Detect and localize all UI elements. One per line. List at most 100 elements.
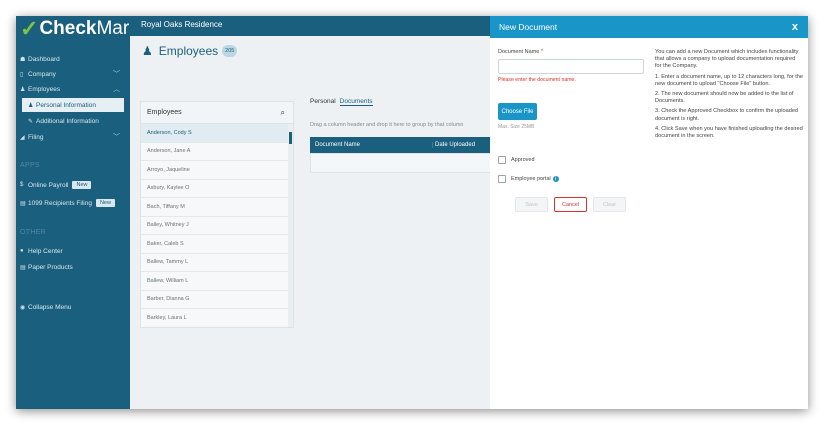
tab-documents[interactable]: Documents bbox=[339, 98, 373, 106]
dollar-icon: $ bbox=[20, 182, 24, 188]
apps-section-header: APPS bbox=[20, 162, 40, 169]
sidebar-item-label: Personal Information bbox=[36, 101, 96, 109]
person-icon: ♟ bbox=[28, 102, 34, 109]
column-document-name[interactable]: Document Name bbox=[310, 142, 432, 148]
employee-row[interactable]: Arroyo, Jaqueline bbox=[141, 161, 293, 180]
documents-grid-body bbox=[310, 153, 510, 173]
sidebar-item-personal-information[interactable]: ♟ Personal Information bbox=[22, 98, 124, 112]
employee-portal-row: Employee portal i bbox=[498, 175, 559, 183]
sidebar-item-1099-filing[interactable]: ▤ 1099 Recipients Filing New bbox=[16, 196, 130, 210]
search-icon[interactable]: ⌕ bbox=[281, 108, 285, 118]
document-name-error: Please enter the document name. bbox=[498, 77, 576, 83]
company-icon: ▯ bbox=[20, 71, 24, 78]
wrench-icon: ✎ bbox=[28, 118, 34, 125]
sidebar-item-additional-information[interactable]: ✎ Additional Information bbox=[16, 114, 130, 128]
clear-button[interactable]: Clear bbox=[593, 197, 626, 212]
approved-row: Approved bbox=[498, 156, 535, 164]
help-paragraph: 3. Check the Approved Checkbox to confir… bbox=[655, 108, 799, 122]
new-document-panel: New Document x Document Name * Please en… bbox=[490, 16, 808, 409]
employee-row[interactable]: Ballew, William L bbox=[141, 272, 293, 291]
app-window: ✓ Check Mark ☗ Dashboard ▯ Company ﹀ ♟ E… bbox=[16, 16, 808, 409]
employee-count-badge: 205 bbox=[222, 45, 238, 57]
sidebar-item-label: Company bbox=[28, 70, 56, 78]
save-button[interactable]: Save bbox=[515, 197, 548, 212]
logo[interactable]: ✓ Check Mark bbox=[20, 16, 139, 41]
document-name-label-text: Document Name bbox=[498, 49, 540, 55]
help-paragraph: 4. Click Save when you have finished upl… bbox=[655, 125, 803, 140]
employee-row[interactable]: Bailey, Whitney J bbox=[141, 217, 293, 235]
employee-list: Employees ⌕ Anderson, Cody S Anderson, Ja… bbox=[140, 101, 294, 328]
approved-label: Approved bbox=[511, 157, 535, 163]
close-icon[interactable]: x bbox=[792, 21, 798, 33]
employees-icon: ♟ bbox=[142, 44, 153, 58]
cancel-button[interactable]: Cancel bbox=[554, 197, 587, 212]
help-paragraph: 1. Enter a document name, up to 12 chara… bbox=[655, 73, 804, 87]
sidebar-item-paper-products[interactable]: ▤ Paper Products bbox=[16, 260, 130, 274]
employee-list-scrollbar[interactable] bbox=[288, 124, 293, 327]
collapse-icon: ◉ bbox=[20, 304, 26, 311]
employee-row[interactable]: Barber, Dianna G bbox=[141, 291, 293, 309]
other-section-header: OTHER bbox=[20, 229, 46, 236]
sidebar-item-label: Employees bbox=[28, 85, 61, 93]
filing-icon: ◢ bbox=[20, 134, 25, 141]
page-title-text: Employees bbox=[158, 44, 219, 58]
panel-header: New Document x bbox=[490, 16, 808, 38]
dashboard-icon: ☗ bbox=[20, 56, 26, 63]
help-paragraph: 2. The new document should now be added … bbox=[655, 91, 794, 105]
new-badge: New bbox=[95, 199, 115, 207]
check-logo-icon: ✓ bbox=[20, 16, 39, 41]
employee-row[interactable]: Bach, Tiffany M bbox=[141, 198, 293, 217]
help-paragraph: You can add a new Document which include… bbox=[655, 49, 799, 70]
employee-rows: Anderson, Cody S Anderson, Jane A Arroyo, … bbox=[141, 124, 293, 327]
sidebar-item-help-center[interactable]: ● Help Center bbox=[16, 244, 130, 258]
chevron-down-icon: ﹀ bbox=[113, 71, 120, 78]
sidebar-item-label: Help Center bbox=[28, 247, 63, 255]
document-name-label: Document Name * bbox=[498, 49, 543, 55]
help-icon: ● bbox=[20, 248, 24, 254]
employee-row[interactable]: Anderson, Jane A bbox=[141, 143, 293, 161]
employees-icon: ♟ bbox=[20, 86, 26, 93]
approved-checkbox[interactable] bbox=[498, 156, 506, 164]
sidebar-item-label: Dashboard bbox=[28, 55, 60, 63]
column-date-uploaded[interactable]: Date Uploaded bbox=[432, 142, 475, 148]
paper-icon: ▤ bbox=[20, 264, 26, 271]
sidebar-item-label: Additional Information bbox=[36, 117, 99, 125]
panel-title: New Document bbox=[499, 22, 558, 32]
sidebar-item-label: Filing bbox=[28, 133, 44, 141]
scrollbar-thumb[interactable] bbox=[289, 132, 292, 144]
group-drag-hint: Drag a column header and drop it here to… bbox=[310, 122, 464, 128]
max-size-note: Max. Size 25MB bbox=[498, 124, 535, 130]
sidebar: ✓ Check Mark ☗ Dashboard ▯ Company ﹀ ♟ E… bbox=[16, 16, 139, 409]
employee-row[interactable]: Ballew, Tammy L bbox=[141, 254, 293, 272]
collapse-menu-label: Collapse Menu bbox=[28, 303, 72, 311]
employee-row[interactable]: Barkley, Laura L bbox=[141, 309, 293, 327]
sidebar-item-label: 1099 Recipients Filing bbox=[28, 199, 92, 207]
employee-list-title: Employees bbox=[147, 109, 182, 116]
chevron-down-icon: ﹀ bbox=[113, 134, 120, 141]
employee-row[interactable]: Baker, Caleb S bbox=[141, 235, 293, 254]
sidebar-item-company[interactable]: ▯ Company ﹀ bbox=[16, 67, 130, 81]
new-badge: New bbox=[72, 181, 92, 189]
sidebar-item-label: Online Payroll bbox=[28, 181, 69, 189]
document-icon: ▤ bbox=[20, 200, 26, 207]
info-icon[interactable]: i bbox=[552, 176, 559, 182]
document-name-input[interactable] bbox=[498, 59, 644, 74]
employee-row[interactable]: Anderson, Cody S bbox=[141, 124, 293, 143]
detail-tabs: Personal Documents bbox=[310, 98, 373, 106]
page-title: ♟ Employees 205 bbox=[142, 44, 238, 58]
company-name[interactable]: Royal Oaks Residence bbox=[141, 20, 222, 29]
employee-portal-label: Employee portal bbox=[511, 176, 551, 182]
chevron-up-icon: ︿ bbox=[113, 86, 120, 93]
employee-portal-checkbox[interactable] bbox=[498, 175, 506, 183]
documents-grid-header: Document Name Date Uploaded bbox=[310, 137, 510, 153]
choose-file-button[interactable]: Choose File bbox=[498, 103, 537, 120]
sidebar-item-employees[interactable]: ♟ Employees ︿ bbox=[16, 82, 130, 96]
sidebar-item-online-payroll[interactable]: $ Online Payroll New bbox=[16, 178, 130, 192]
employee-list-header: Employees ⌕ bbox=[141, 102, 293, 124]
sidebar-item-dashboard[interactable]: ☗ Dashboard bbox=[16, 52, 130, 66]
collapse-menu-button[interactable]: ◉ Collapse Menu bbox=[16, 300, 130, 314]
required-mark: * bbox=[540, 49, 543, 55]
tab-personal[interactable]: Personal bbox=[310, 98, 336, 106]
employee-row[interactable]: Asbury, Kaylee O bbox=[141, 180, 293, 198]
sidebar-item-filing[interactable]: ◢ Filing ﹀ bbox=[16, 130, 130, 144]
